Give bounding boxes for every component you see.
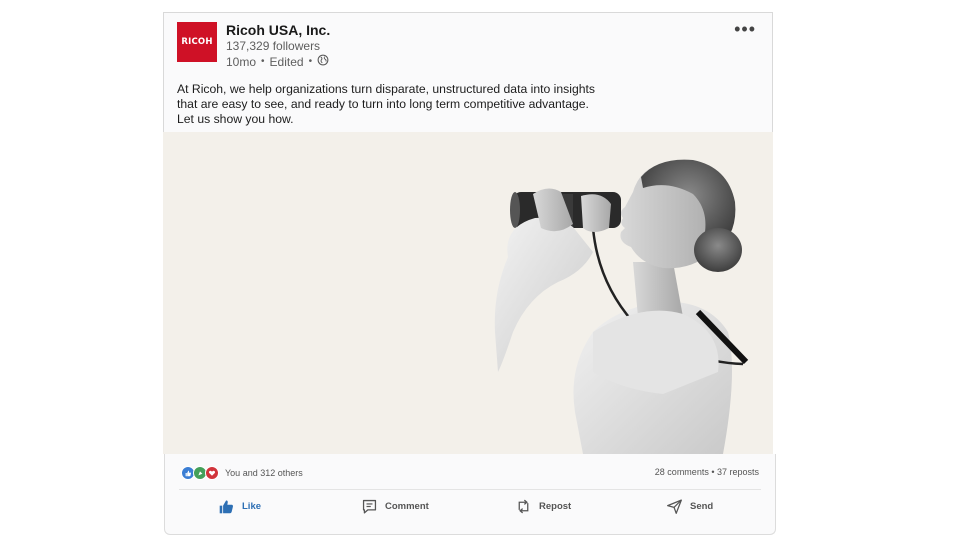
repost-button[interactable]: Repost bbox=[515, 498, 571, 515]
repost-icon bbox=[518, 499, 529, 514]
repost-label: Repost bbox=[539, 501, 572, 512]
send-icon bbox=[667, 499, 682, 514]
post-text-line: At Ricoh, we help organizations turn dis… bbox=[177, 82, 595, 96]
meta-separator: • bbox=[308, 56, 313, 67]
post-header-card: RICOH Ricoh USA, Inc. 137,329 followers … bbox=[163, 12, 773, 132]
more-options-button[interactable]: ••• bbox=[734, 19, 756, 40]
send-button[interactable]: Send bbox=[666, 498, 713, 515]
comment-button[interactable]: Comment bbox=[361, 498, 429, 515]
like-label: Like bbox=[242, 501, 262, 512]
follower-count: 137,329 followers bbox=[226, 39, 321, 53]
thumbs-up-icon bbox=[219, 500, 233, 514]
send-label: Send bbox=[690, 501, 714, 512]
post-text-line: Let us show you how. bbox=[177, 112, 294, 127]
post-text-line: that are easy to see, and ready to turn … bbox=[177, 97, 589, 112]
reactions-count: You and 312 others bbox=[225, 468, 303, 478]
woman-with-binoculars-illustration bbox=[494, 159, 749, 454]
edited-label: Edited bbox=[269, 54, 304, 69]
action-bar: Like Comment Repost Send bbox=[165, 498, 775, 522]
post-body: At Ricoh, we help organizations turn dis… bbox=[177, 82, 597, 128]
globe-icon bbox=[317, 54, 329, 69]
comment-label: Comment bbox=[385, 501, 429, 512]
post-footer-card: You and 312 others 28 comments • 37 repo… bbox=[164, 454, 776, 535]
post-image[interactable] bbox=[163, 132, 773, 454]
company-logo[interactable]: RICOH bbox=[177, 22, 217, 62]
like-button[interactable]: Like bbox=[218, 498, 261, 515]
logo-text: RICOH bbox=[181, 37, 213, 47]
love-reaction-icon bbox=[205, 466, 219, 480]
company-name[interactable]: Ricoh USA, Inc. bbox=[226, 22, 330, 38]
meta-separator: • bbox=[261, 56, 265, 67]
post-age: 10mo bbox=[226, 54, 257, 69]
comments-reposts-count[interactable]: 28 comments • 37 reposts bbox=[655, 467, 759, 477]
divider bbox=[179, 489, 761, 490]
post-meta: 10mo • Edited • bbox=[226, 54, 329, 69]
comment-icon bbox=[362, 499, 377, 514]
reactions-summary[interactable]: You and 312 others bbox=[181, 466, 303, 480]
